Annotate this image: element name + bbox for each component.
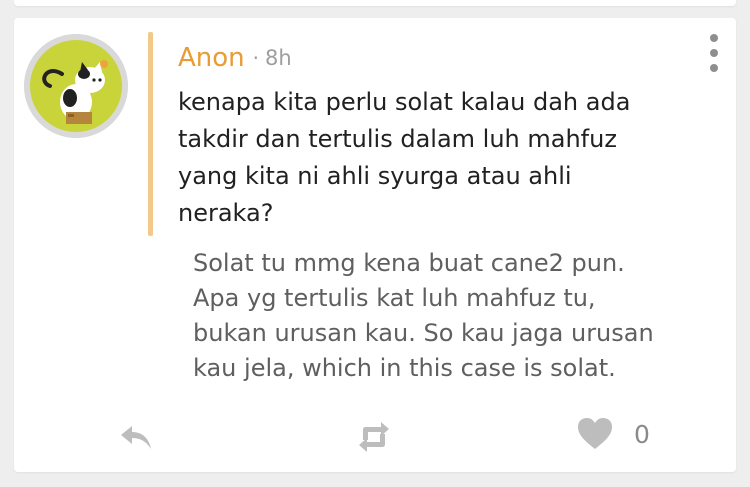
previous-card-edge — [14, 0, 736, 6]
repost-icon — [359, 422, 389, 452]
menu-dot — [710, 64, 718, 72]
post-header: Anon · 8h — [178, 40, 292, 76]
post-time: 8h — [265, 46, 292, 70]
repost-button[interactable] — [354, 418, 394, 456]
answer-text: Solat tu mmg kena buat cane2 pun. Apa yg… — [193, 249, 654, 382]
menu-dot — [710, 49, 718, 57]
avatar[interactable] — [24, 34, 128, 138]
question-text: kenapa kita perlu solat kalau dah ada ta… — [178, 88, 631, 227]
post-card: Anon · 8h kenapa kita perlu solat kalau … — [14, 18, 736, 472]
heart-icon — [578, 418, 612, 449]
more-vertical-icon[interactable] — [704, 34, 724, 72]
like-count: 0 — [634, 419, 650, 449]
like-button[interactable] — [576, 416, 614, 452]
author-name[interactable]: Anon — [178, 43, 245, 73]
cat-in-box-avatar-icon — [24, 34, 128, 138]
reply-arrow-icon — [121, 426, 151, 449]
reply-button[interactable] — [118, 418, 154, 454]
separator-dot: · — [252, 46, 260, 70]
menu-dot — [710, 34, 718, 42]
quote-accent-bar — [148, 32, 153, 236]
